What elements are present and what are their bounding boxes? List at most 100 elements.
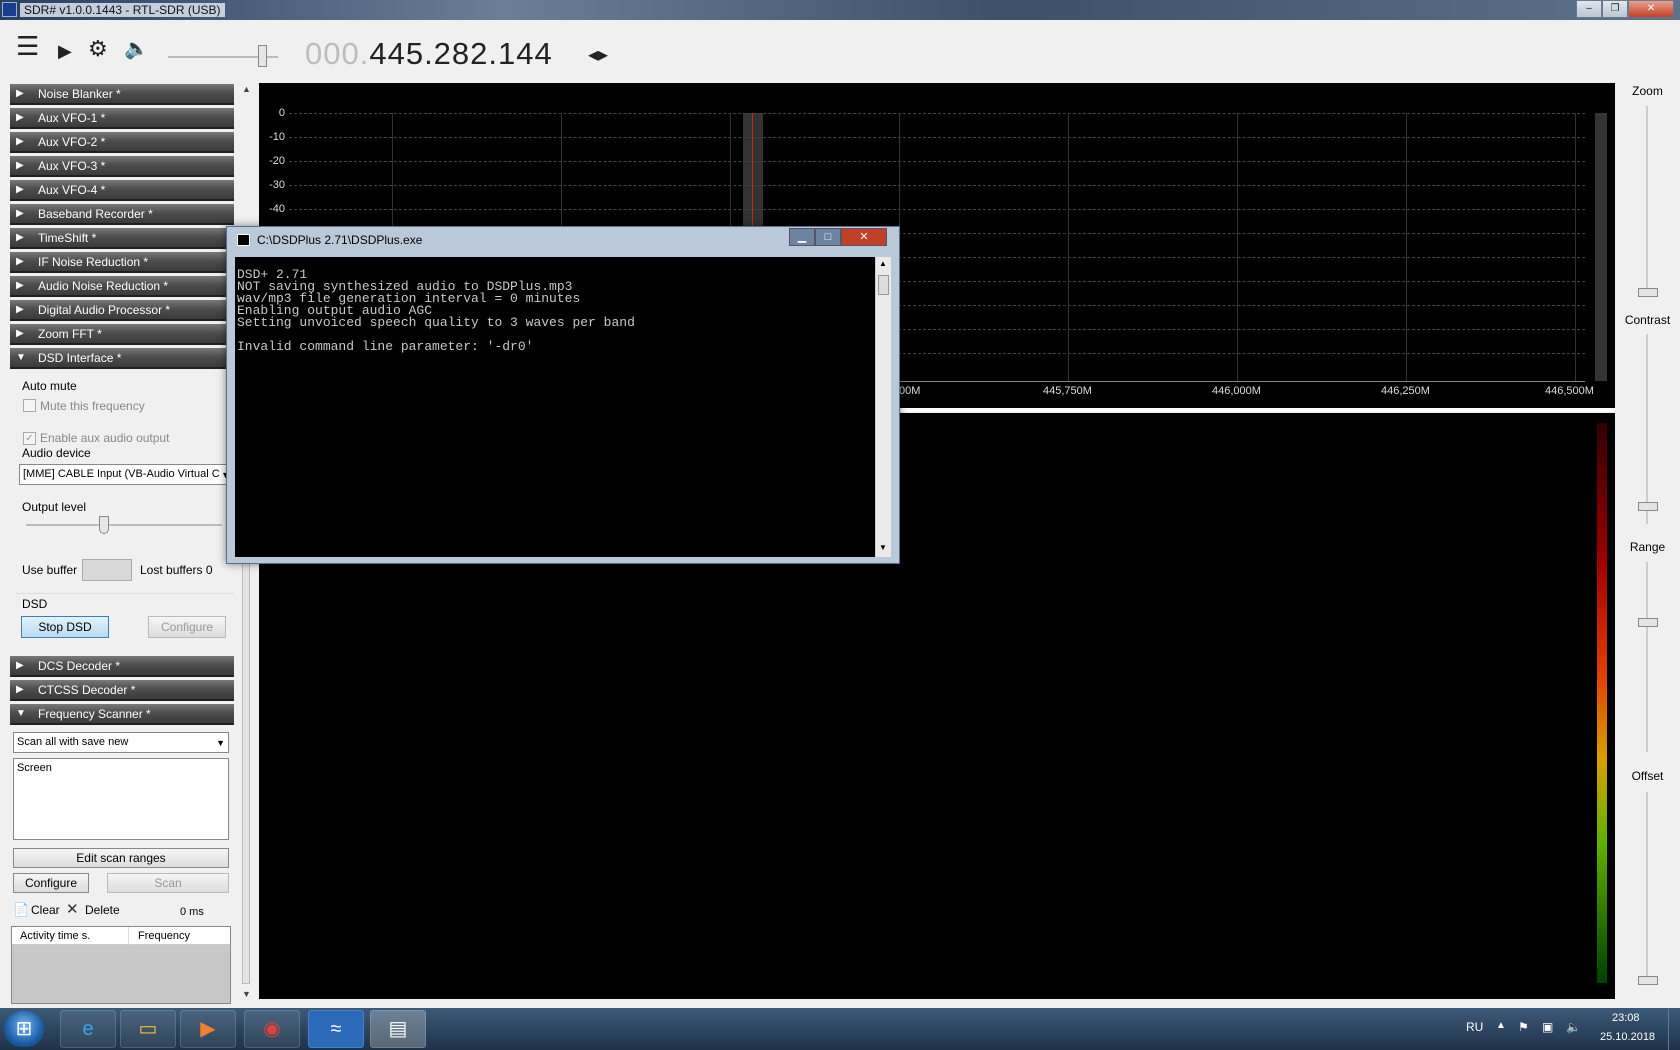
scan-mode-select[interactable]: Scan all with save new ▼ [13, 732, 229, 753]
expand-triangle-icon[interactable]: ▶ [16, 256, 24, 267]
panel-header[interactable]: ▶ Audio Noise Reduction * [10, 276, 234, 297]
ie-taskbar-button[interactable]: e [60, 1010, 116, 1048]
activity-table[interactable]: Activity time s. Frequency [11, 926, 231, 1004]
network-icon[interactable]: ▣ [1542, 1020, 1553, 1034]
range-slider-knob[interactable] [1638, 618, 1658, 627]
stop-dsd-button[interactable]: Stop DSD [21, 616, 109, 638]
frequency-value[interactable]: 445.282.144 [369, 36, 552, 71]
show-hidden-icons-icon[interactable]: ▲ [1496, 1020, 1506, 1031]
console-scrollbar[interactable]: ▲ ▼ [875, 257, 891, 557]
dsd-configure-button[interactable]: Configure [148, 616, 226, 638]
contrast-slider-knob[interactable] [1638, 502, 1658, 511]
output-level-knob[interactable] [99, 516, 110, 534]
volume-icon[interactable]: 🔈 [124, 38, 149, 60]
chrome-taskbar-button[interactable]: ◉ [244, 1010, 300, 1048]
expand-triangle-icon[interactable]: ▶ [16, 304, 24, 315]
list-item[interactable]: Screen [17, 762, 52, 774]
volume-slider-knob[interactable] [257, 45, 267, 67]
panel-header[interactable]: ▶ Digital Audio Processor * [10, 300, 234, 321]
clock-date[interactable]: 25.10.2018 [1600, 1031, 1655, 1043]
panel-header[interactable]: ▶ IF Noise Reduction * [10, 252, 234, 273]
expand-triangle-icon[interactable]: ▶ [16, 660, 24, 671]
scan-button[interactable]: Scan [107, 873, 229, 893]
expand-triangle-icon[interactable]: ▶ [16, 88, 24, 99]
scroll-up-icon[interactable]: ▲ [242, 84, 251, 94]
scroll-down-icon[interactable]: ▼ [242, 989, 251, 999]
gear-icon[interactable]: ⚙ [88, 38, 108, 60]
output-level-track[interactable] [26, 524, 222, 526]
column-activity-time[interactable]: Activity time s. [20, 930, 90, 942]
frequency-step-arrows-icon[interactable]: ◂▸ [588, 42, 608, 67]
play-icon[interactable]: ▶ [58, 40, 72, 62]
expand-triangle-icon[interactable]: ▶ [16, 184, 24, 195]
panel-header[interactable]: ▶ Zoom FFT * [10, 324, 234, 345]
frequency-display[interactable]: 000.445.282.144 [305, 36, 553, 72]
contrast-slider-track[interactable] [1646, 334, 1648, 524]
y-tick-label: -40 [269, 203, 285, 215]
collapse-triangle-icon[interactable]: ▼ [16, 708, 26, 719]
volume-tray-icon[interactable]: 🔈 [1566, 1020, 1581, 1034]
panel-header[interactable]: ▶ Aux VFO-4 * [10, 180, 234, 201]
panel-header[interactable]: ▼ DSD Interface * [10, 348, 234, 369]
console-taskbar-button[interactable]: ▤ [370, 1010, 426, 1048]
clear-button[interactable]: Clear [31, 903, 60, 917]
show-desktop-button[interactable] [1668, 1008, 1680, 1050]
panel-header[interactable]: ▶ Aux VFO-1 * [10, 108, 234, 129]
panel-header[interactable]: ▶ Baseband Recorder * [10, 204, 234, 225]
start-button[interactable]: ⊞ [4, 1011, 44, 1047]
clock-time[interactable]: 23:08 [1612, 1012, 1640, 1024]
console-scroll-thumb[interactable] [878, 275, 889, 295]
taskbar: ⊞ e ▭ ▶ ◉ ≈ ▤ RU ▲ ⚑ ▣ 🔈 23:08 25.10.201… [0, 1008, 1680, 1050]
menu-icon[interactable]: ☰ [16, 33, 39, 59]
offset-slider-track[interactable] [1646, 792, 1648, 982]
console-minimize-button[interactable]: ▁ [789, 228, 815, 246]
range-slider-track[interactable] [1646, 562, 1648, 752]
panel-header[interactable]: ▶ DCS Decoder * [10, 656, 234, 677]
column-frequency[interactable]: Frequency [138, 930, 190, 942]
expand-triangle-icon[interactable]: ▶ [16, 280, 24, 291]
edit-scan-ranges-button[interactable]: Edit scan ranges [13, 848, 229, 868]
collapse-triangle-icon[interactable]: ▼ [16, 352, 26, 363]
zoom-slider-track[interactable] [1646, 106, 1648, 296]
dsd-group-label: DSD [22, 597, 48, 611]
panel-header[interactable]: ▶ TimeShift * [10, 228, 234, 249]
scanner-configure-button[interactable]: Configure [13, 873, 89, 893]
enable-aux-checkbox[interactable]: ✓ [23, 432, 36, 445]
media-taskbar-button[interactable]: ▶ [180, 1010, 236, 1048]
scroll-up-icon[interactable]: ▲ [879, 259, 887, 268]
console-maximize-button[interactable]: □ [815, 228, 841, 246]
y-tick-label: 0 [278, 107, 285, 119]
minimize-button[interactable]: – [1576, 0, 1602, 18]
panel-header[interactable]: ▶ Aux VFO-2 * [10, 132, 234, 153]
zoom-slider-knob[interactable] [1638, 288, 1658, 297]
scan-range-list[interactable]: Screen [13, 758, 229, 840]
scroll-down-icon[interactable]: ▼ [879, 543, 887, 552]
console-close-button[interactable]: ✕ [841, 228, 887, 246]
expand-triangle-icon[interactable]: ▶ [16, 136, 24, 147]
panel-header[interactable]: ▶ CTCSS Decoder * [10, 680, 234, 701]
explorer-taskbar-button[interactable]: ▭ [120, 1010, 176, 1048]
console-window[interactable]: C:\DSDPlus 2.71\DSDPlus.exe ▁ □ ✕ DSD+ 2… [226, 226, 900, 564]
flag-icon[interactable]: ⚑ [1518, 1020, 1529, 1034]
language-indicator[interactable]: RU [1466, 1020, 1483, 1034]
console-output[interactable]: DSD+ 2.71 NOT saving synthesized audio t… [235, 257, 875, 557]
panel-header[interactable]: ▶ Noise Blanker * [10, 84, 234, 105]
panel-header[interactable]: ▶ Aux VFO-3 * [10, 156, 234, 177]
divider [16, 593, 234, 594]
sdr-taskbar-button[interactable]: ≈ [308, 1010, 364, 1048]
expand-triangle-icon[interactable]: ▶ [16, 684, 24, 695]
clear-icon[interactable]: 📄 [13, 902, 29, 918]
audio-device-select[interactable]: [MME] CABLE Input (VB-Audio Virtual C▼ [19, 464, 234, 485]
panel-header[interactable]: ▼ Frequency Scanner * [10, 704, 234, 725]
expand-triangle-icon[interactable]: ▶ [16, 112, 24, 123]
expand-triangle-icon[interactable]: ▶ [16, 208, 24, 219]
expand-triangle-icon[interactable]: ▶ [16, 232, 24, 243]
expand-triangle-icon[interactable]: ▶ [16, 160, 24, 171]
mute-frequency-checkbox[interactable] [23, 399, 36, 412]
offset-slider-knob[interactable] [1638, 976, 1658, 985]
close-button[interactable]: ✕ [1628, 0, 1674, 18]
expand-triangle-icon[interactable]: ▶ [16, 328, 24, 339]
restore-button[interactable]: ❐ [1602, 0, 1628, 18]
delete-icon[interactable]: ✕ [66, 900, 79, 918]
delete-button[interactable]: Delete [85, 903, 120, 917]
